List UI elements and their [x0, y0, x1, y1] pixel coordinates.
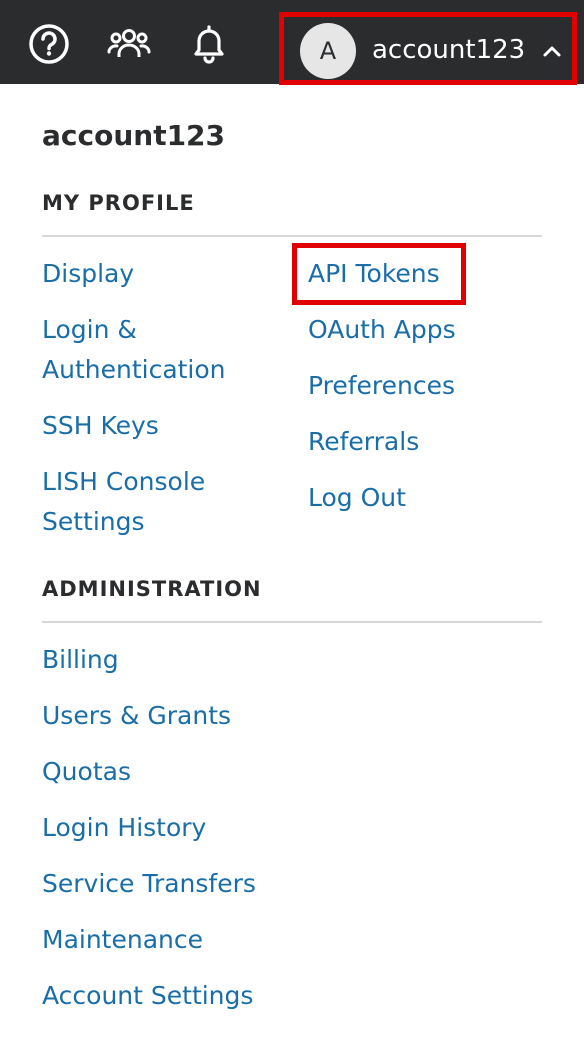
link-display[interactable]: Display	[42, 254, 134, 294]
link-billing[interactable]: Billing	[42, 640, 119, 680]
link-users-grants[interactable]: Users & Grants	[42, 696, 231, 736]
username: account123	[372, 35, 526, 65]
menu-title: account123	[42, 119, 226, 152]
divider	[42, 235, 542, 237]
link-login-authentication-line2[interactable]: Authentication	[42, 350, 226, 390]
link-login-authentication[interactable]: Login &	[42, 310, 137, 350]
link-ssh-keys[interactable]: SSH Keys	[42, 406, 159, 446]
link-api-tokens[interactable]: API Tokens	[308, 254, 440, 294]
link-oauth-apps[interactable]: OAuth Apps	[308, 310, 456, 350]
link-lish-console-settings-line2[interactable]: Settings	[42, 502, 145, 542]
user-menu-button[interactable]: A account123	[279, 12, 577, 85]
link-preferences[interactable]: Preferences	[308, 366, 455, 406]
section-heading-administration: ADMINISTRATION	[42, 577, 262, 601]
link-maintenance[interactable]: Maintenance	[42, 920, 203, 960]
community-icon[interactable]	[107, 22, 151, 66]
help-icon[interactable]	[27, 22, 71, 66]
top-bar: A account123	[0, 0, 584, 85]
link-log-out[interactable]: Log Out	[308, 478, 406, 518]
link-referrals[interactable]: Referrals	[308, 422, 419, 462]
link-account-settings[interactable]: Account Settings	[42, 976, 253, 1016]
link-lish-console-settings[interactable]: LISH Console	[42, 462, 205, 502]
notifications-icon[interactable]	[187, 22, 231, 66]
link-quotas[interactable]: Quotas	[42, 752, 131, 792]
chevron-up-icon	[543, 46, 561, 57]
divider	[42, 621, 542, 623]
avatar: A	[300, 23, 356, 79]
link-service-transfers[interactable]: Service Transfers	[42, 864, 256, 904]
section-heading-my-profile: MY PROFILE	[42, 191, 195, 215]
link-login-history[interactable]: Login History	[42, 808, 206, 848]
